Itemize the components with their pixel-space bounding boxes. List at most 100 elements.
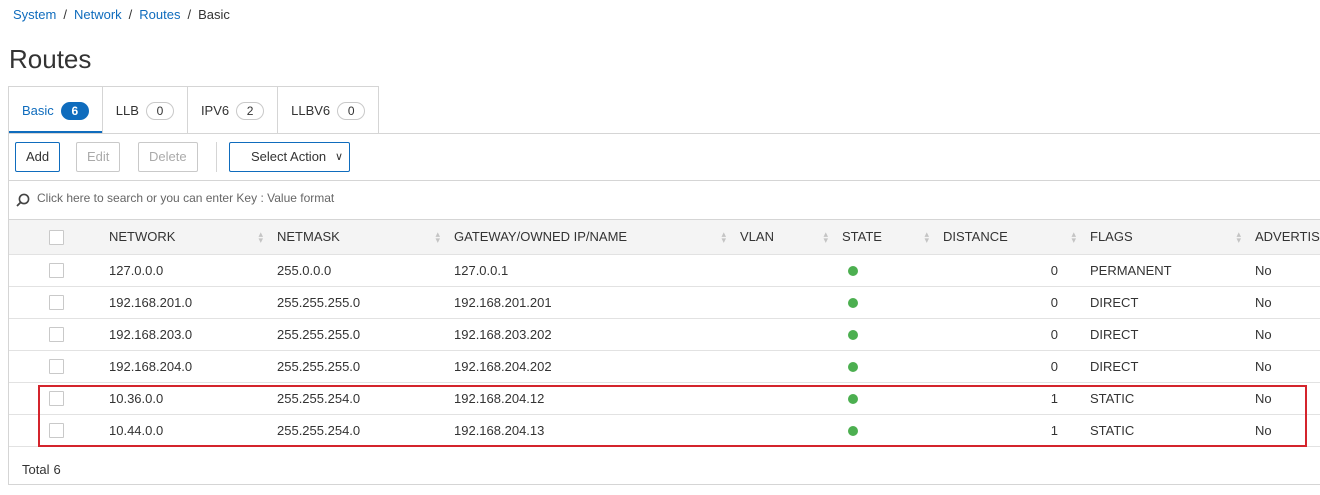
row-checkbox[interactable] [49,423,64,439]
column-header-label: STATE [842,229,882,245]
column-header-distance[interactable]: DISTANCE ▴ ▾ [935,220,1082,255]
cell-distance: 1 [935,414,1082,447]
tab-label: Basic [22,103,54,118]
sort-icon[interactable]: ▴ ▾ [823,230,828,245]
cell-network: 127.0.0.0 [101,254,269,287]
breadcrumb-link-routes[interactable]: Routes [139,7,180,22]
row-checkbox[interactable] [49,391,64,407]
cell-netmask: 255.255.254.0 [269,382,446,415]
cell-vlan [732,254,834,287]
tab-ipv6[interactable]: IPV6 2 [188,87,279,134]
row-select-cell [9,414,101,447]
tab-llb[interactable]: LLB 0 [103,87,188,134]
cell-gateway: 192.168.204.12 [446,382,732,415]
sort-icon[interactable]: ▴ ▾ [258,230,263,245]
cell-state [834,318,935,351]
cell-netmask: 255.255.255.0 [269,286,446,319]
cell-gateway: 192.168.201.201 [446,286,732,319]
row-checkbox[interactable] [49,295,64,311]
cell-netmask: 255.255.255.0 [269,350,446,383]
tab-llbv6[interactable]: LLBV6 0 [278,87,378,134]
sort-icon[interactable]: ▴ ▾ [435,230,440,245]
cell-advertise: No [1247,414,1320,447]
total-count: 6 [53,462,61,477]
cell-netmask: 255.255.254.0 [269,414,446,447]
chevron-down-icon: ∨ [334,151,343,163]
select-action-dropdown[interactable]: Select Action ∨ [229,142,350,172]
table-row[interactable]: 192.168.201.0 255.255.255.0 192.168.201.… [9,286,1320,319]
column-header-label: VLAN [740,229,774,245]
cell-advertise: No [1247,382,1320,415]
routes-panel: Add Edit Delete Select Action ∨ NETWORK ▴… [8,133,1320,485]
column-header-netmask[interactable]: NETMASK ▴ ▾ [269,220,446,255]
delete-button[interactable]: Delete [138,142,198,172]
cell-flags: PERMANENT [1082,254,1247,287]
column-header-label: GATEWAY/OWNED IP/NAME [454,229,628,245]
cell-flags: DIRECT [1082,318,1247,351]
sort-icon[interactable]: ▴ ▾ [1236,230,1241,245]
cell-gateway: 127.0.0.1 [446,254,732,287]
column-header-advertise[interactable]: ADVERTISE [1247,220,1320,255]
cell-network: 10.36.0.0 [101,382,269,415]
state-up-icon [848,394,858,405]
sort-icon[interactable]: ▴ ▾ [1071,230,1076,245]
search-input[interactable] [37,191,637,205]
select-all-checkbox[interactable] [49,229,64,245]
select-all-header [9,220,101,255]
breadcrumb-separator: / [128,7,133,22]
total-label: Total [22,462,50,477]
tab-label: LLBV6 [291,103,331,118]
tab-count-badge: 0 [337,101,366,120]
table-row[interactable]: 10.36.0.0 255.255.254.0 192.168.204.12 1… [9,382,1320,415]
toolbar: Add Edit Delete Select Action ∨ [9,134,1320,181]
cell-state [834,254,935,287]
cell-advertise: No [1247,254,1320,287]
table-footer: Total 6 [9,454,1320,486]
tab-basic[interactable]: Basic 6 [9,87,103,134]
tab-count-badge: 6 [60,101,89,120]
table-header-row: NETWORK ▴ ▾ NETMASK ▴ ▾ GATEWAY/OWNED IP/NAM… [9,220,1320,255]
sort-icon[interactable]: ▴ ▾ [924,230,929,245]
cell-state [834,286,935,319]
column-header-flags[interactable]: FLAGS ▴ ▾ [1082,220,1247,255]
cell-flags: STATIC [1082,382,1247,415]
column-header-vlan[interactable]: VLAN ▴ ▾ [732,220,834,255]
cell-netmask: 255.255.255.0 [269,318,446,351]
cell-advertise: No [1247,286,1320,319]
cell-network: 10.44.0.0 [101,414,269,447]
row-select-cell [9,286,101,319]
cell-gateway: 192.168.203.202 [446,318,732,351]
state-up-icon [848,266,858,277]
cell-network: 192.168.203.0 [101,318,269,351]
row-select-cell [9,254,101,287]
cell-state [834,414,935,447]
cell-flags: DIRECT [1082,350,1247,383]
cell-advertise: No [1247,350,1320,383]
sort-icon[interactable]: ▴ ▾ [721,230,726,245]
search-icon[interactable] [16,193,30,207]
cell-distance: 0 [935,318,1082,351]
column-header-gateway[interactable]: GATEWAY/OWNED IP/NAME ▴ ▾ [446,220,732,255]
state-up-icon [848,426,858,437]
cell-distance: 0 [935,286,1082,319]
row-checkbox[interactable] [49,359,64,375]
row-checkbox[interactable] [49,263,64,279]
add-button[interactable]: Add [15,142,61,172]
table-row[interactable]: 127.0.0.0 255.0.0.0 127.0.0.1 0 PERMANEN… [9,254,1320,287]
breadcrumb-separator: / [187,7,192,22]
table-row[interactable]: 10.44.0.0 255.255.254.0 192.168.204.13 1… [9,414,1320,447]
row-checkbox[interactable] [49,327,64,343]
breadcrumb-link-system[interactable]: System [13,7,56,22]
breadcrumb-separator: / [63,7,67,22]
row-select-cell [9,350,101,383]
cell-state [834,350,935,383]
table-row[interactable]: 192.168.204.0 255.255.255.0 192.168.204.… [9,350,1320,383]
column-header-network[interactable]: NETWORK ▴ ▾ [101,220,269,255]
table-row[interactable]: 192.168.203.0 255.255.255.0 192.168.203.… [9,318,1320,351]
breadcrumb-link-network[interactable]: Network [74,7,122,22]
search-bar [9,181,1320,220]
tab-count-badge: 0 [145,101,174,120]
column-header-label: FLAGS [1090,229,1133,245]
edit-button[interactable]: Edit [76,142,121,172]
column-header-state[interactable]: STATE ▴ ▾ [834,220,935,255]
